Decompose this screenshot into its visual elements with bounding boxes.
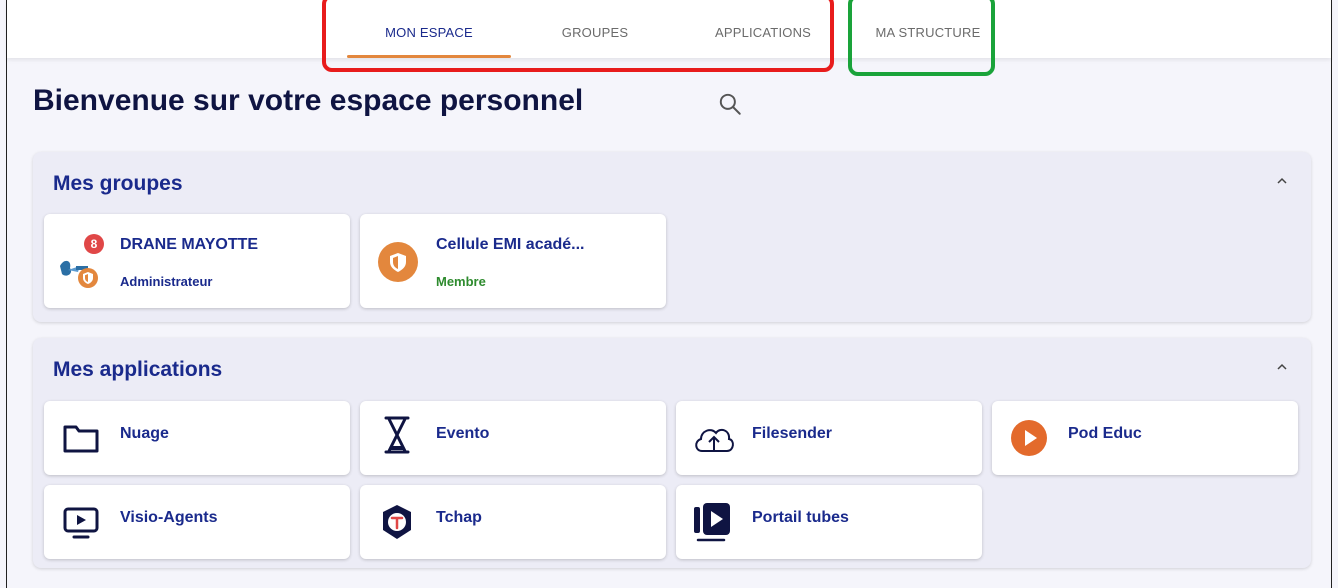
tab-mon-espace[interactable]: MON ESPACE [347, 0, 511, 58]
app-card-filesender[interactable]: Filesender [676, 401, 982, 475]
hourglass-icon [384, 416, 410, 454]
app-name: Nuage [120, 425, 169, 442]
tab-applications[interactable]: APPLICATIONS [685, 0, 841, 58]
app-name: Pod Educ [1068, 425, 1142, 442]
folder-icon [63, 425, 99, 453]
tchap-icon [383, 505, 411, 539]
page-title: Bienvenue sur votre espace personnel [33, 84, 584, 117]
app-card-pod-educ[interactable]: Pod Educ [992, 401, 1298, 475]
app-name: Tchap [436, 509, 482, 526]
group-name: DRANE MAYOTTE [120, 236, 259, 253]
app-frame: MON ESPACE GROUPES APPLICATIONS MA STRUC… [6, 0, 1332, 588]
groups-section-title: Mes groupes [53, 172, 183, 195]
chevron-up-icon[interactable] [1275, 360, 1289, 374]
app-card-evento[interactable]: Evento [360, 401, 666, 475]
tab-groupes[interactable]: GROUPES [533, 0, 657, 58]
app-card-tchap[interactable]: Tchap [360, 485, 666, 559]
group-name: Cellule EMI acadé... [436, 236, 585, 253]
app-card-portail-tubes[interactable]: Portail tubes [676, 485, 982, 559]
play-circle-icon [1011, 420, 1047, 456]
search-icon[interactable] [717, 91, 743, 117]
chevron-up-icon[interactable] [1275, 174, 1289, 188]
app-name: Filesender [752, 425, 833, 442]
top-navigation: MON ESPACE GROUPES APPLICATIONS MA STRUC… [7, 0, 1331, 58]
group-card-cellule-emi[interactable]: Cellule EMI acadé... Membre [360, 214, 666, 308]
group-role: Membre [436, 274, 486, 289]
app-name: Visio-Agents [120, 509, 218, 526]
apps-section-title: Mes applications [53, 358, 223, 381]
tab-ma-structure[interactable]: MA STRUCTURE [855, 0, 1001, 58]
app-card-visio-agents[interactable]: Visio-Agents [44, 485, 350, 559]
group-role: Administrateur [120, 274, 213, 289]
app-name: Evento [436, 425, 490, 442]
group-card-drane-mayotte[interactable]: 8 DRANE MAYOTTE Administrateur [44, 214, 350, 308]
app-card-nuage[interactable]: Nuage [44, 401, 350, 475]
app-name: Portail tubes [752, 509, 849, 526]
notification-badge: 8 [84, 234, 104, 254]
cloud-upload-icon [695, 428, 734, 452]
groups-section: Mes groupes 8 DRANE MAYOTTE Administrate… [33, 152, 1311, 322]
shield-icon [378, 242, 418, 282]
apps-section: Mes applications Nuage Evento Filesender… [33, 338, 1311, 568]
screen-play-icon [63, 507, 99, 539]
tubes-icon [694, 503, 730, 542]
